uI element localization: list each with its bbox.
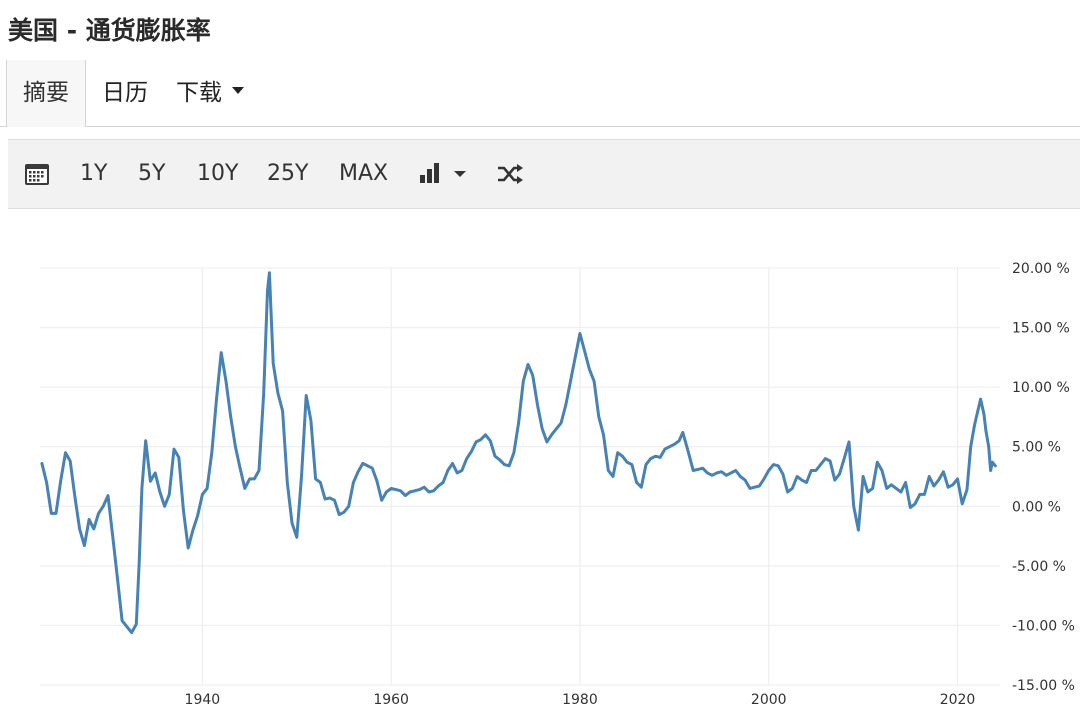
chevron-down-icon [454,171,466,177]
tab-summary[interactable]: 摘要 [6,60,86,127]
range-1y-button[interactable]: 1Y [80,140,107,208]
inflation-line-chart: 20.00 % 15.00 % 10.00 % 5.00 % 0.00 % -5.00 %… [40,261,1075,708]
tab-download[interactable]: 下载 [176,60,244,126]
chart-toolbar: 1Y 5Y 10Y 25Y MAX [8,139,1080,209]
page-title: 美国 - 通货膨胀率 [8,16,211,45]
y-tick-label: 20.00 % [1012,261,1070,277]
x-tick-label: 1980 [562,692,598,708]
y-tick-label: 10.00 % [1012,380,1070,396]
caret-down-icon [232,87,244,94]
title-bar: 美国 - 通货膨胀率 [0,0,1080,61]
chart-area: 20.00 % 15.00 % 10.00 % 5.00 % 0.00 % -5.00 %… [0,208,1080,719]
tab-calendar[interactable]: 日历 [102,60,148,126]
y-tick-label: -5.00 % [1012,559,1066,575]
range-25y-button[interactable]: 25Y [267,140,308,208]
range-max-button[interactable]: MAX [339,140,388,208]
tab-bar: 摘要 日历 下载 [0,60,1080,127]
x-tick-label: 2000 [751,692,787,708]
y-tick-label: 0.00 % [1012,499,1061,515]
shuffle-icon[interactable] [496,162,524,190]
x-tick-label: 2020 [940,692,976,708]
bar-chart-icon [420,163,439,183]
range-10y-button[interactable]: 10Y [197,140,238,208]
chart-type-button[interactable] [418,161,472,189]
inflation-series-line [40,271,997,635]
y-tick-label: -15.00 % [1012,678,1075,694]
y-tick-label: 5.00 % [1012,440,1061,456]
y-tick-label: 15.00 % [1012,321,1070,337]
range-5y-button[interactable]: 5Y [138,140,165,208]
tab-download-label: 下载 [176,80,222,106]
x-tick-label: 1960 [373,692,409,708]
calendar-icon[interactable] [24,162,50,190]
x-tick-label: 1940 [185,692,221,708]
y-tick-label: -10.00 % [1012,618,1075,634]
